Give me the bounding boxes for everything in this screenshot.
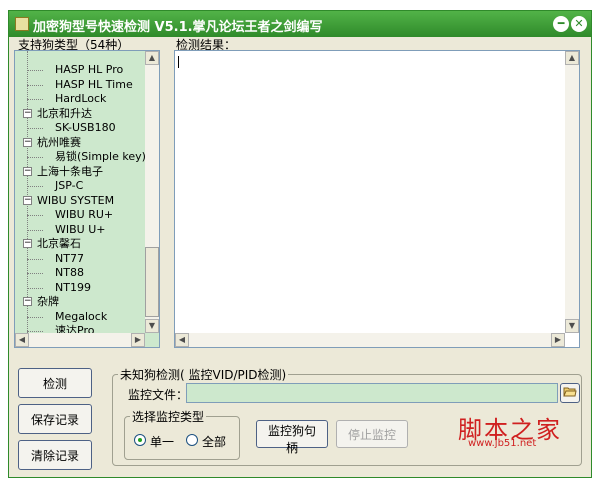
tree-connector-line — [27, 186, 43, 187]
scroll-down-icon[interactable]: ▼ — [145, 319, 159, 333]
tree-connector-line — [27, 258, 43, 260]
tree-content: HASP HL Pro HASP HL Time HardLock − 北京和升达 SK-… — [15, 51, 147, 333]
radio-all[interactable] — [186, 434, 198, 446]
monitor-file-input[interactable] — [186, 383, 558, 403]
monitor-handle-button[interactable]: 监控狗句柄 — [256, 420, 328, 455]
tree-group-item[interactable]: 北京馨石 — [37, 237, 81, 251]
result-vertical-scrollbar[interactable]: ▲ ▼ — [565, 51, 579, 333]
radio-single-label: 单一 — [150, 435, 175, 449]
result-scroll-down-icon[interactable]: ▼ — [565, 319, 579, 333]
unknown-dongle-group-title: 未知狗检测( 监控VID/PID检测) — [118, 366, 289, 383]
tree-leaf-item[interactable]: NT199 — [55, 281, 91, 295]
tree-leaf-item[interactable]: NT77 — [55, 252, 84, 266]
tree-leaf-item[interactable]: 易锁(Simple key) — [55, 150, 146, 164]
tree-group-item[interactable]: 上海十条电子 — [37, 165, 103, 179]
tree-connector-line — [27, 84, 43, 86]
tree-expander-icon[interactable]: − — [23, 239, 32, 248]
tree-connector-line — [27, 157, 43, 158]
tree-connector-line — [27, 99, 43, 100]
tree-leaf-item[interactable]: 速达Pro — [55, 324, 94, 333]
tree-expander-icon[interactable]: − — [23, 108, 32, 118]
tree-connector-line — [27, 287, 43, 289]
tree-group-item[interactable]: 杭州唯赛 — [37, 136, 81, 150]
tree-leaf-item[interactable]: SK-USB180 — [55, 121, 116, 135]
tree-leaf-item[interactable]: WIBU U+ — [55, 223, 105, 237]
monitor-type-title: 选择监控类型 — [130, 408, 207, 425]
tree-leaf-item[interactable]: HASP HL Pro — [55, 63, 123, 77]
tree-leaf-item[interactable]: Megalock — [55, 310, 107, 324]
result-scroll-right-icon[interactable]: ▶ — [551, 333, 565, 347]
dongle-type-tree[interactable]: HASP HL Pro HASP HL Time HardLock − 北京和升达 SK-… — [14, 50, 160, 348]
tree-leaf-item[interactable]: HardLock — [55, 92, 106, 106]
tree-expander-icon[interactable]: − — [23, 137, 32, 147]
tree-leaf-item[interactable]: HASP HL Time — [55, 78, 133, 92]
result-textarea[interactable]: ▲ ▼ ◀ ▶ — [174, 50, 580, 348]
minimize-button[interactable]: ━ — [553, 16, 569, 32]
tree-expander-icon[interactable]: − — [23, 195, 32, 205]
browse-file-button[interactable] — [560, 383, 580, 403]
window-title: 加密狗型号快速检测 V5.1.掌凡论坛王者之剑编写 — [33, 20, 323, 35]
tree-leaf-item[interactable]: JSP-C — [55, 179, 83, 193]
clear-log-button[interactable]: 清除记录 — [18, 440, 92, 470]
scroll-right-icon[interactable]: ▶ — [131, 333, 145, 347]
tree-connector-line — [27, 316, 43, 318]
scroll-left-icon[interactable]: ◀ — [15, 333, 29, 347]
app-icon — [15, 17, 29, 31]
tree-connector-line — [27, 331, 43, 332]
tree-vertical-scrollbar[interactable]: ▲ ▼ — [145, 51, 159, 333]
tree-connector-line — [27, 70, 43, 71]
tree-expander-icon[interactable]: − — [23, 297, 32, 306]
tree-leaf-item[interactable]: WIBU RU+ — [55, 208, 113, 222]
stop-monitor-button[interactable]: 停止监控 — [336, 420, 408, 448]
text-caret — [178, 56, 179, 68]
tree-leaf-item[interactable]: NT88 — [55, 266, 84, 280]
tree-vertical-guide — [27, 51, 28, 333]
tree-group-item[interactable]: WIBU SYSTEM — [37, 194, 114, 208]
radio-single[interactable] — [134, 434, 146, 446]
tree-group-item[interactable]: 北京和升达 — [37, 107, 92, 121]
tree-connector-line — [27, 273, 43, 274]
tree-group-item[interactable]: 杂牌 — [37, 295, 59, 309]
scroll-thumb[interactable] — [145, 247, 159, 317]
result-scroll-left-icon[interactable]: ◀ — [175, 333, 189, 347]
folder-open-icon — [563, 387, 577, 396]
radio-selected-dot — [138, 438, 142, 442]
watermark-url: www.jb51.net — [468, 438, 537, 449]
tree-horizontal-scrollbar[interactable]: ◀ ▶ — [15, 333, 145, 347]
scroll-up-icon[interactable]: ▲ — [145, 51, 159, 65]
result-horizontal-scrollbar[interactable]: ◀ ▶ — [175, 333, 565, 347]
tree-connector-line — [27, 215, 43, 216]
monitor-file-label: 监控文件： — [128, 388, 189, 402]
close-button[interactable]: ✕ — [571, 16, 587, 32]
save-log-button[interactable]: 保存记录 — [18, 404, 92, 434]
tree-connector-line — [27, 128, 43, 129]
result-scroll-up-icon[interactable]: ▲ — [565, 51, 579, 65]
tree-connector-line — [27, 229, 43, 231]
radio-all-label: 全部 — [202, 435, 227, 449]
title-bar: 加密狗型号快速检测 V5.1.掌凡论坛王者之剑编写 ━ ✕ — [9, 11, 591, 37]
tree-expander-icon[interactable]: − — [23, 166, 32, 176]
detect-button[interactable]: 检测 — [18, 368, 92, 398]
